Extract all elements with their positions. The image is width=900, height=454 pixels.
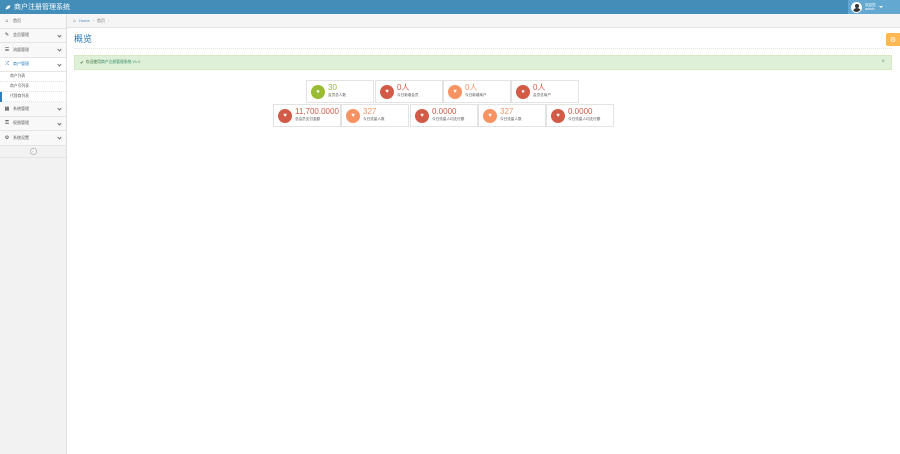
twitter-icon: ♥: [380, 85, 394, 99]
page-header: 概览: [74, 31, 892, 49]
collapse-icon: «: [29, 147, 37, 155]
infobox: ♥ 0.0000 今日流量人均支付额: [410, 104, 478, 127]
leaf-icon: [5, 5, 11, 9]
infobox: ♥ 0.0000 今日流量人均支付额: [546, 104, 614, 127]
brand[interactable]: 商户注册管理系统: [5, 2, 70, 12]
alert-prefix: 欢迎使用: [85, 60, 101, 64]
user-info: 欢迎您, admin: [865, 3, 876, 11]
infobox-label: 今日流量人均支付额: [432, 117, 465, 121]
top-navbar: 商户注册管理系统 欢迎您, admin: [0, 0, 900, 14]
sidebar-item-traffic[interactable]: ☰ 流量管理: [0, 43, 66, 58]
chevron-down-icon: [57, 120, 62, 126]
infobox-value: 327: [363, 107, 377, 116]
comments-icon: ●: [311, 85, 325, 99]
infobox-label: 会员总人数: [328, 93, 346, 97]
twitter-icon: ♥: [448, 85, 462, 99]
infobox: ● 30 会员总人数: [306, 80, 374, 103]
twitter-icon: ♥: [415, 109, 429, 123]
infobox-label: 今日流量人数: [500, 117, 522, 121]
sidebar-item-label: 系统管理: [13, 105, 29, 111]
dashboard-icon: ⌂: [5, 17, 9, 24]
infobox: ● 0人 会员总商户: [511, 80, 579, 103]
sidebar-item-label: 流量管理: [13, 46, 29, 52]
sidebar-item-home[interactable]: ⌂ 首页: [0, 14, 66, 29]
sidebar-item-system[interactable]: ▦ 系统管理: [0, 102, 66, 117]
sidebar-collapse[interactable]: «: [0, 146, 66, 158]
breadcrumb-home[interactable]: Home: [79, 18, 90, 23]
infobox-value: 0人: [397, 83, 410, 92]
check-icon: ✔: [80, 59, 84, 65]
infobox: ♥ 11,700.0000 总会员支付金额: [273, 104, 341, 127]
list-icon: ☰: [4, 46, 10, 53]
user-name: admin: [865, 7, 875, 11]
infobox-value: 11,700.0000: [295, 107, 339, 116]
infobox-container: ● 30 会员总人数 ♥ 0人 今日新增会员 ♥ 0人 今日新增商户 ● 0人 …: [273, 80, 615, 127]
infobox-label: 今日新增商户: [465, 93, 487, 97]
avatar: [851, 1, 862, 13]
sidebar-subitem-label: 代理商列表: [10, 94, 29, 98]
twitter-icon: ♥: [346, 109, 360, 123]
twitter-icon: ♥: [278, 109, 292, 123]
breadcrumb-current: 首页: [97, 17, 106, 23]
alert-highlight: 商户注册管理系统 V1.0: [100, 60, 141, 64]
infobox-value: 0人: [533, 83, 546, 92]
sidebar-subitem-agent-list[interactable]: 代理商列表: [0, 92, 66, 102]
infobox-value: 30: [328, 83, 337, 92]
infobox-label: 总会员支付金额: [295, 117, 321, 121]
random-icon: ⤮: [4, 61, 9, 68]
chevron-down-icon: [57, 61, 62, 67]
comments-icon: ●: [516, 85, 530, 99]
chevron-down-icon: [57, 47, 62, 52]
breadcrumb: ⌂ Home › 首页 ›: [67, 14, 900, 28]
sidebar-item-members[interactable]: ✎ 会员管理: [0, 28, 66, 43]
gear-icon: ⚙: [889, 36, 897, 44]
sidebar-subitem-merchant-list[interactable]: 商户列表: [0, 72, 66, 82]
chevron-down-icon: [57, 135, 62, 140]
sidebar-item-permissions[interactable]: ⚿ 权限管理: [0, 116, 66, 131]
infobox-label: 今日流量人数: [363, 117, 385, 121]
infobox-value: 327: [500, 107, 514, 116]
user-menu[interactable]: 欢迎您, admin: [848, 0, 900, 14]
breadcrumb-separator: ›: [92, 18, 95, 23]
chevron-down-icon: [57, 32, 62, 38]
infobox-value: 0人: [465, 83, 478, 92]
infobox-label: 今日流量人均支付额: [568, 117, 601, 121]
twitter-icon: ♥: [483, 109, 497, 123]
sidebar-subitem-merchant-number-list[interactable]: 商户号列表: [0, 82, 66, 92]
close-icon[interactable]: ×: [881, 59, 885, 65]
settings-icon: ⚙: [4, 134, 10, 141]
sidebar-subitem-label: 商户号列表: [10, 84, 29, 88]
edit-icon: ✎: [4, 32, 10, 39]
chevron-down-icon: [57, 106, 62, 111]
calendar-icon: ▦: [4, 105, 10, 112]
brand-title: 商户注册管理系统: [14, 4, 70, 11]
sidebar-item-merchants[interactable]: ⤮ 商户管理: [0, 57, 66, 72]
sidebar-item-label: 权限管理: [13, 120, 29, 126]
sidebar-item-label: 会员管理: [13, 32, 29, 38]
sidebar-item-label: 系统设置: [13, 134, 29, 140]
sidebar-item-settings[interactable]: ⚙ 系统设置: [0, 131, 66, 146]
infobox: ♥ 327 今日流量人数: [341, 104, 409, 127]
sidebar: ⌂ 首页 ✎ 会员管理 ☰ 流量管理 ⤮ 商户管理 商户列表 商户号列表 代理商…: [0, 14, 67, 454]
infobox: ♥ 0人 今日新增会员: [375, 80, 443, 103]
infobox-value: 0.0000: [432, 107, 457, 116]
infobox: ♥ 327 今日流量人数: [478, 104, 546, 127]
sidebar-item-label: 商户管理: [13, 61, 29, 67]
ace-settings-button[interactable]: ⚙: [886, 33, 900, 46]
infobox: ♥ 0人 今日新增商户: [443, 80, 511, 103]
caret-down-icon: [879, 6, 884, 8]
home-icon: ⌂: [73, 17, 77, 24]
twitter-icon: ♥: [551, 109, 565, 123]
breadcrumb-separator: ›: [108, 18, 110, 23]
lock-icon: ⚿: [5, 120, 9, 127]
welcome-alert: ✔ 欢迎使用 商户注册管理系统 V1.0 ×: [74, 55, 892, 70]
sidebar-item-label: 首页: [13, 17, 21, 23]
infobox-label: 会员总商户: [533, 93, 551, 97]
infobox-value: 0.0000: [568, 107, 593, 116]
page-title: 概览: [74, 34, 93, 44]
sidebar-subitem-label: 商户列表: [10, 74, 26, 78]
infobox-label: 今日新增会员: [397, 93, 419, 97]
